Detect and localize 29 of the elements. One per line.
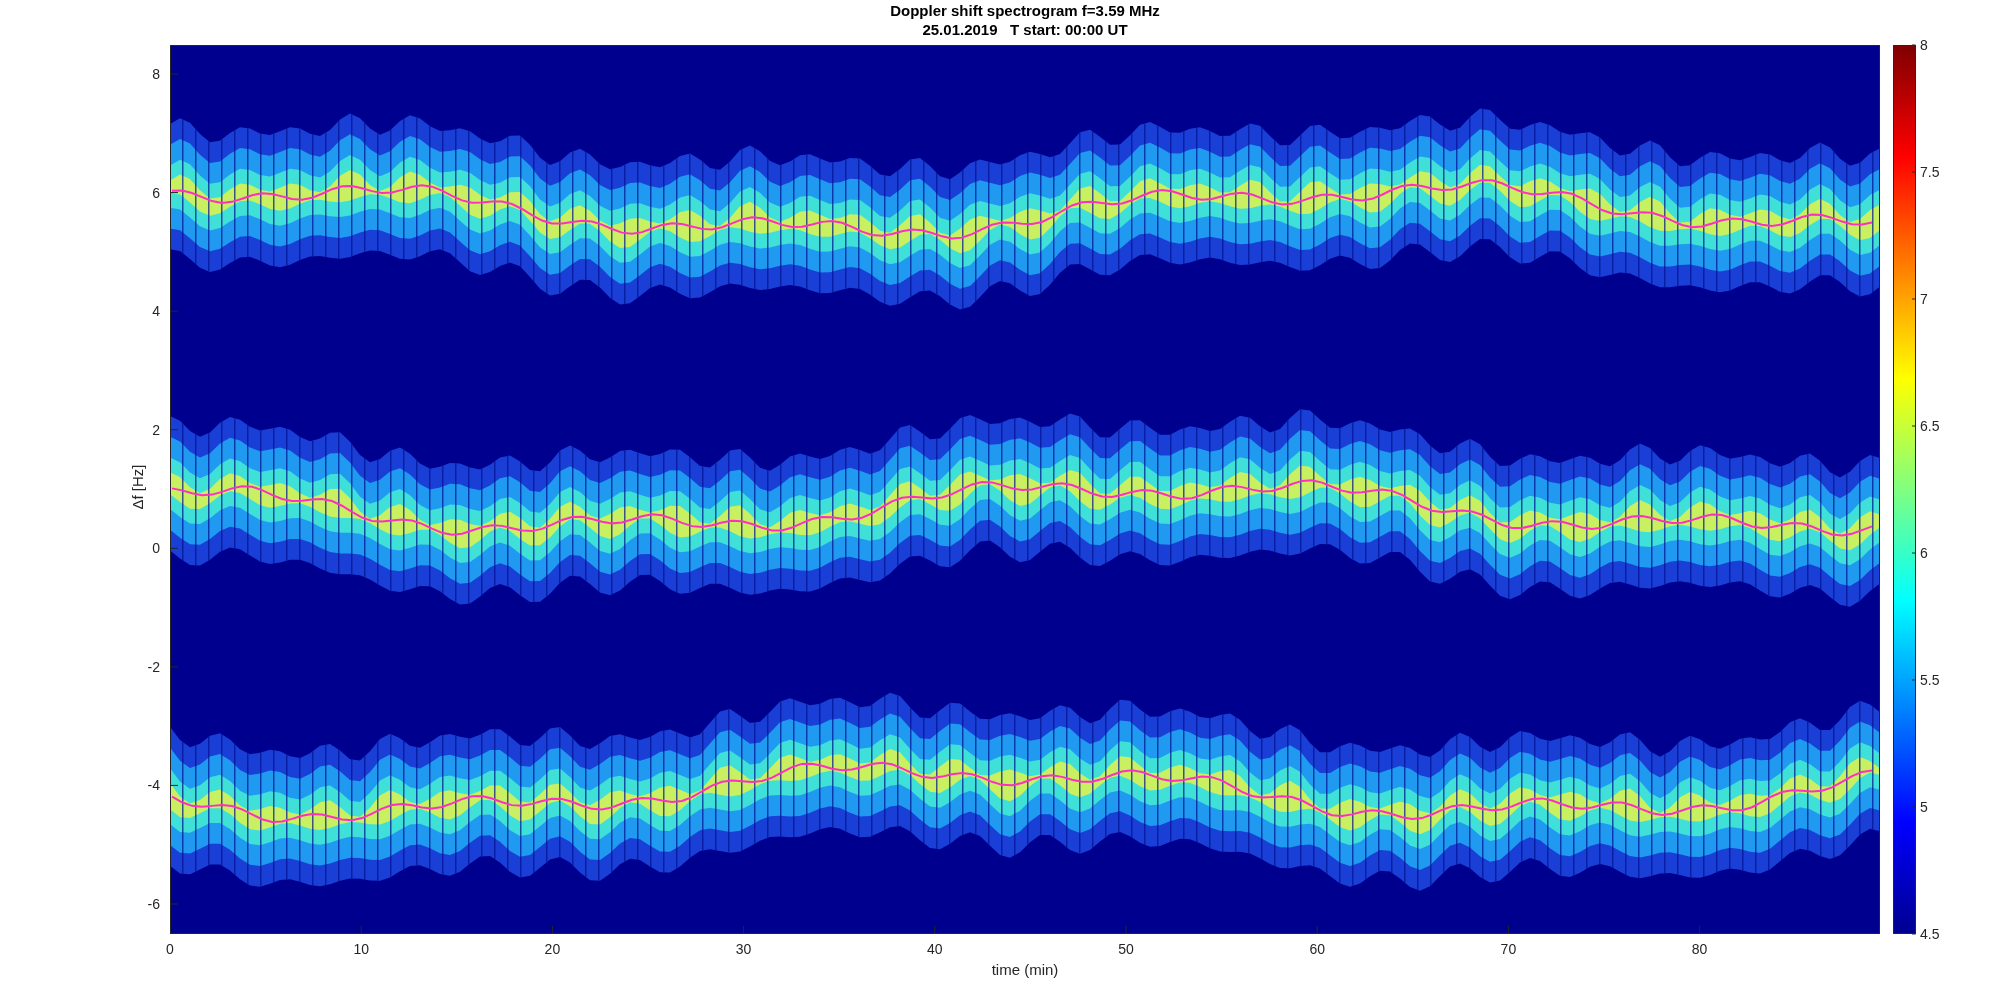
y-tick-label: 2 xyxy=(152,421,160,438)
x-tick-label: 60 xyxy=(1309,941,1325,957)
y-tick-label: -4 xyxy=(147,777,160,794)
x-axis-label: time (min) xyxy=(991,961,1059,978)
x-tick-label: 50 xyxy=(1118,941,1134,957)
colorbar-tick-label: 6.5 xyxy=(1920,418,1940,434)
colorbar-tick-label: 6 xyxy=(1920,545,1928,561)
x-tick-label: 0 xyxy=(166,941,174,957)
y-tick-label: 0 xyxy=(152,540,160,557)
colorbar-tick-label: 8 xyxy=(1920,37,1928,53)
y-tick-label: -6 xyxy=(147,896,160,912)
y-tick-label: -2 xyxy=(147,658,160,675)
plot-title: Doppler shift spectrogram f=3.59 MHz xyxy=(890,2,1160,19)
colorbar-tick-label: 5.5 xyxy=(1920,672,1940,688)
x-tick-label: 20 xyxy=(544,941,561,957)
x-tick-label: 10 xyxy=(353,941,369,957)
x-tick-label: 30 xyxy=(735,941,752,957)
x-tick-label: 40 xyxy=(927,941,943,957)
y-tick-label: 6 xyxy=(152,184,160,201)
colorbar-tick-label: 5 xyxy=(1920,799,1928,815)
y-tick-label: 4 xyxy=(152,303,160,320)
y-tick-label: 8 xyxy=(152,66,160,82)
colorbar-tick-label: 7 xyxy=(1920,291,1928,307)
y-axis-label: Δf [Hz] xyxy=(129,464,146,510)
colorbar-tick-label: 4.5 xyxy=(1920,926,1940,942)
x-tick-label: 70 xyxy=(1500,941,1517,957)
colorbar-tick-label: 7.5 xyxy=(1920,164,1940,180)
x-tick-label: 80 xyxy=(1691,941,1708,957)
plot-title: 25.01.2019 T start: 00:00 UT xyxy=(922,21,1128,38)
